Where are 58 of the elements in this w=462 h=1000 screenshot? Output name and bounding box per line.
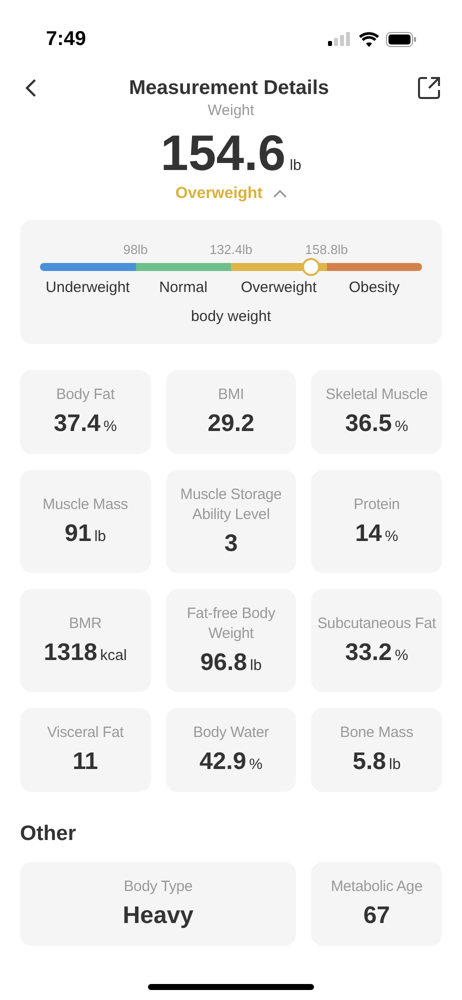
metric-value: 91	[64, 518, 92, 548]
gauge-caption: body weight	[190, 306, 272, 326]
metric-unit: %	[104, 417, 117, 437]
metric-value: 96.8	[200, 648, 247, 678]
metric-label: Body Water	[193, 723, 269, 743]
range-label: Obesity	[348, 278, 400, 298]
status-time: 7:49	[46, 27, 86, 52]
metric-unit: kcal	[100, 646, 127, 666]
metric-value: 36.5	[345, 409, 392, 439]
metric-unit: %	[249, 755, 263, 775]
metric-label: Skeletal Muscle	[326, 385, 428, 405]
share-button[interactable]	[416, 75, 442, 101]
metric-value: 14	[355, 518, 382, 548]
metric-value: 37.4	[54, 409, 101, 439]
metric-label: Body Fat	[56, 385, 115, 405]
metric-value: Heavy	[122, 900, 194, 930]
metric-label: BMI	[218, 385, 244, 405]
metric-unit: %	[394, 646, 408, 666]
metric-value: 5.8	[352, 747, 386, 777]
battery-icon	[386, 32, 416, 46]
metric-label: Muscle Mass	[42, 494, 128, 514]
metric-label: Metabolic Age	[330, 876, 422, 896]
threshold-label: 132.4lb	[210, 241, 252, 259]
metric-label: Visceral Fat	[47, 723, 124, 743]
range-label: Underweight	[46, 278, 130, 298]
threshold-label: 98lb	[123, 241, 148, 259]
metric-value: 67	[363, 900, 390, 930]
metric-unit: %	[384, 526, 398, 546]
metric-label: Fat-free Body Weight	[186, 604, 276, 644]
metric-value: 1318	[44, 638, 98, 668]
weight-unit: lb	[290, 156, 302, 176]
threshold-label: 158.8lb	[305, 241, 348, 259]
signal-icon	[328, 32, 352, 46]
metric-label: BMR	[68, 614, 102, 634]
metric-unit: %	[394, 417, 408, 437]
metric-unit: lb	[389, 755, 401, 775]
metric-unit: lb	[250, 656, 262, 676]
range-label: Normal	[159, 278, 208, 298]
metric-label: Bone Mass	[340, 723, 414, 743]
metric-label: Body Type	[124, 876, 193, 896]
section-title: Other	[20, 821, 78, 847]
metric-value: 33.2	[345, 638, 392, 668]
metric-value: 3	[224, 528, 238, 558]
weight-label: Weight	[208, 102, 254, 120]
range-label: Overweight	[240, 278, 317, 298]
status-label: Overweight	[175, 184, 263, 204]
page-title: Measurement Details	[128, 76, 330, 101]
metric-value: 29.2	[208, 409, 254, 439]
wifi-icon	[359, 32, 379, 46]
metric-label: Protein	[354, 494, 400, 514]
metric-unit: lb	[94, 526, 106, 546]
weight-value: 154.6	[160, 126, 286, 180]
chevron-up-icon	[272, 190, 287, 198]
metric-value: 11	[72, 747, 98, 777]
metric-label: Muscle Storage Ability Level	[179, 484, 283, 524]
metric-value: 42.9	[199, 747, 246, 777]
status-toggle[interactable]: Overweight	[175, 182, 287, 206]
metric-label: Subcutaneous Fat	[317, 614, 436, 634]
